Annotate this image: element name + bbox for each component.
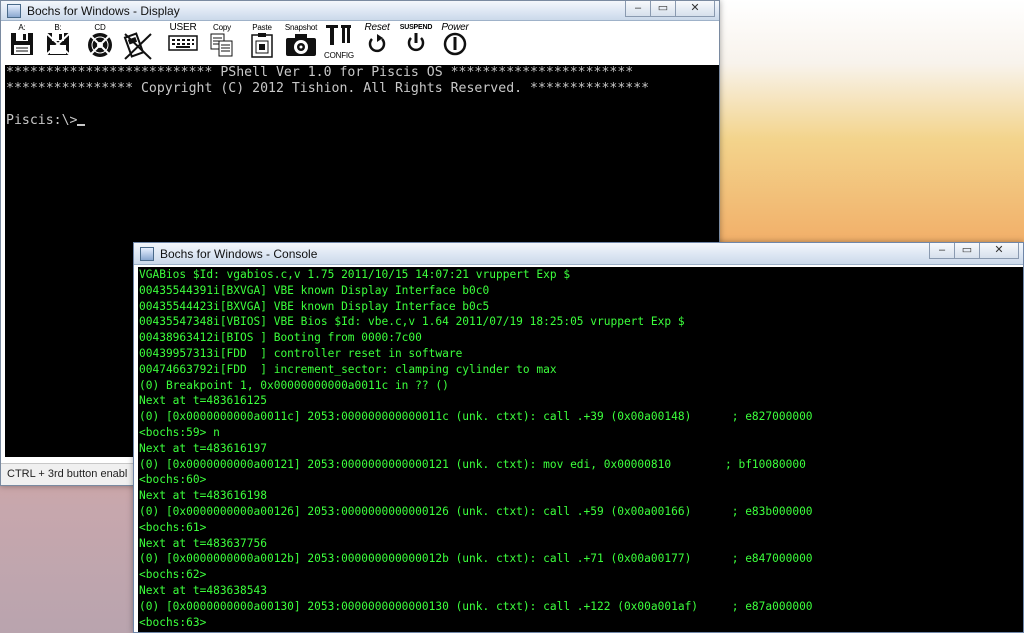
display-maximize-button[interactable]: ▭ [650, 1, 676, 17]
camera-icon [286, 34, 316, 56]
reset-button[interactable]: Reset [359, 23, 395, 54]
power-button[interactable]: Power [437, 23, 473, 56]
reset-label: Reset [364, 22, 390, 33]
console-line: (0) [0x0000000000a00126] 2053:0000000000… [139, 504, 813, 518]
display-minimize-button[interactable]: – [625, 1, 651, 17]
console-app-icon [140, 246, 154, 261]
floppy-b-button[interactable]: B: [43, 23, 73, 56]
paste-label: Paste [252, 23, 272, 32]
console-line: <bochs:61> [139, 520, 207, 534]
console-line: <bochs:63> [139, 615, 207, 629]
console-line: (0) [0x0000000000a0011c] 2053:0000000000… [139, 410, 813, 424]
console-close-button[interactable]: ✕ [979, 243, 1019, 259]
cdrom-label: CD [94, 23, 106, 32]
copy-button[interactable]: Copy [207, 23, 237, 58]
user-label: USER [169, 22, 197, 33]
console-line: 00435544391i[BXVGA] VBE known Display In… [139, 283, 490, 297]
display-window-title: Bochs for Windows - Display [27, 3, 180, 18]
console-line: (0) Breakpoint 1, 0x00000000000a0011c in… [139, 378, 449, 392]
screen-line-copyright: **************** Copyright (C) 2012 Tish… [6, 81, 650, 96]
shell-prompt: Piscis:\> [6, 113, 78, 128]
suspend-icon [407, 33, 425, 52]
floppy-b-icon [45, 32, 71, 56]
paste-icon [251, 33, 273, 58]
console-line: (0) [0x0000000000a00130] 2053:0000000000… [139, 599, 813, 613]
console-minimize-button[interactable]: – [929, 243, 955, 259]
power-label: Power [441, 22, 469, 33]
usb-button[interactable] [119, 23, 155, 60]
console-line: <bochs:60> [139, 473, 207, 487]
usb-label [119, 23, 155, 32]
floppy-a-icon [11, 33, 33, 55]
screen-line-blank [5, 97, 719, 113]
text-cursor [77, 124, 86, 126]
console-line: <bochs:62> [139, 568, 207, 582]
floppy-a-button[interactable]: A: [7, 23, 37, 56]
cdrom-button[interactable]: CD [83, 23, 117, 58]
keyboard-icon [168, 35, 198, 51]
config-icon [326, 25, 351, 45]
console-line: Next at t=483616197 [139, 441, 267, 455]
cdrom-icon [88, 33, 112, 57]
console-line: <bochs:59> n [139, 425, 220, 439]
console-line: (0) [0x0000000000a00121] 2053:0000000000… [139, 457, 806, 471]
console-output[interactable]: VGABios $Id: vgabios.c,v 1.75 2011/10/15… [138, 267, 1023, 632]
config-label: CONFIG [324, 51, 354, 60]
power-icon [443, 32, 467, 56]
copy-label: Copy [213, 23, 231, 32]
console-line: (0) [0x0000000000a0012b] 2053:0000000000… [139, 552, 813, 566]
console-line: 00435544423i[BXVGA] VBE known Display In… [139, 299, 490, 313]
usb-icon [123, 32, 152, 60]
console-line: 00474663792i[FDD ] increment_sector: cla… [139, 362, 557, 376]
console-window[interactable]: Bochs for Windows - Console – ▭ ✕ VGABio… [133, 242, 1024, 633]
display-close-button[interactable]: ✕ [675, 1, 715, 17]
user-button[interactable]: USER [167, 23, 199, 54]
console-line: 00439957313i[FDD ] controller reset in s… [139, 346, 463, 360]
snapshot-button[interactable]: Snapshot [282, 23, 320, 58]
console-line: 00438963412i[BIOS ] Booting from 0000:7c… [139, 331, 422, 345]
console-line: Next at t=483637756 [139, 536, 267, 550]
reset-icon [368, 34, 386, 53]
snapshot-label: Snapshot [284, 23, 318, 32]
screen-line-prompt: Piscis:\> [5, 113, 719, 129]
console-titlebar[interactable]: Bochs for Windows - Console – ▭ ✕ [134, 243, 1023, 265]
display-titlebar[interactable]: Bochs for Windows - Display – ▭ ✕ [1, 1, 719, 21]
screen-line-banner: ************************** PShell Ver 1.… [6, 65, 634, 80]
suspend-label: SUSPEND [399, 24, 433, 31]
console-line: Next at t=483638543 [139, 583, 267, 597]
console-line: VGABios $Id: vgabios.c,v 1.75 2011/10/15… [139, 268, 571, 281]
bochs-app-icon [7, 3, 21, 18]
floppy-a-label: A: [18, 23, 26, 32]
console-line: Next at t=483616125 [139, 394, 267, 408]
config-button[interactable]: CONFIG [323, 23, 355, 60]
console-maximize-button[interactable]: ▭ [954, 243, 980, 259]
suspend-button[interactable]: SUSPEND [397, 23, 435, 54]
console-line: 00435547348i[VBIOS] VBE Bios $Id: vbe.c,… [139, 315, 685, 329]
display-toolbar: A: B: CD USER Copy Paste Snapshot CONFIG… [1, 21, 719, 65]
floppy-b-label: B: [54, 23, 62, 32]
copy-icon [210, 33, 233, 57]
console-line: Next at t=483616198 [139, 489, 267, 503]
paste-button[interactable]: Paste [247, 23, 277, 58]
console-window-title: Bochs for Windows - Console [160, 246, 318, 261]
